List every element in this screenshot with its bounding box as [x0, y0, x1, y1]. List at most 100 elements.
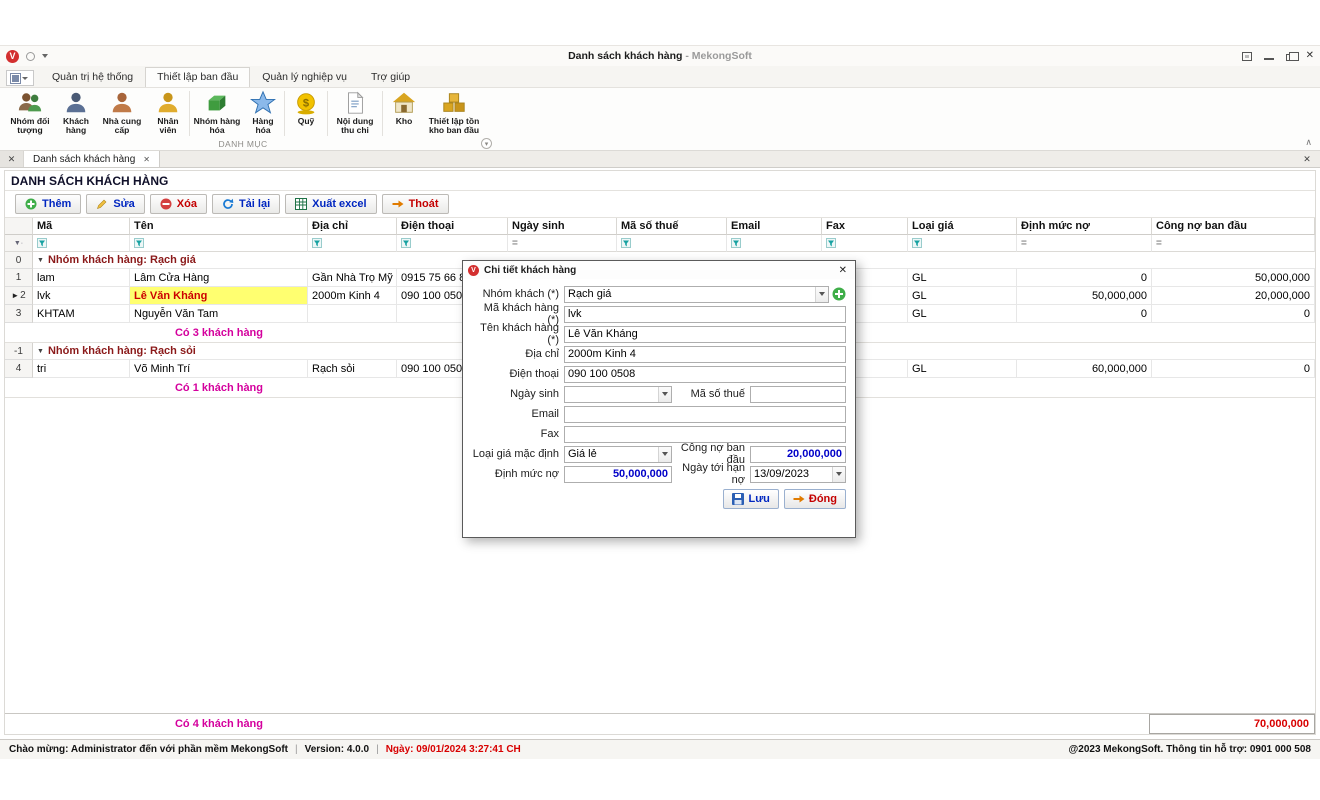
cell-ma[interactable]: lvk	[33, 287, 130, 305]
ribbon-item-nhom-hang-hoa[interactable]: Nhóm hàng hóa	[191, 89, 243, 137]
cell-ma[interactable]: KHTAM	[33, 305, 130, 323]
ribbon-item-nhan-vien[interactable]: Nhân viên	[148, 89, 188, 137]
minimize-icon[interactable]	[1264, 52, 1274, 60]
close-tab-icon[interactable]: ✕	[143, 155, 150, 164]
cell-ten-focused[interactable]: Lê Văn Kháng	[130, 287, 308, 305]
doc-tab-danh-sach-khach-hang[interactable]: Danh sách khách hàng ✕	[24, 151, 160, 167]
chevron-down-icon[interactable]	[658, 387, 671, 402]
grid-corner-cell[interactable]	[5, 218, 33, 235]
taxcode-input[interactable]	[750, 386, 846, 403]
edit-button[interactable]: Sửa	[86, 194, 144, 214]
ribbon-item-khach-hang[interactable]: Khách hàng	[56, 89, 96, 137]
add-group-button[interactable]	[832, 287, 846, 301]
filter-ma-so-thue[interactable]	[617, 235, 727, 252]
col-header-ma-so-thue[interactable]: Mã số thuế	[617, 218, 727, 235]
cell-ma[interactable]: lam	[33, 269, 130, 287]
col-header-ma[interactable]: Mã	[33, 218, 130, 235]
cell-cong-no[interactable]: 20,000,000	[1152, 287, 1315, 305]
quick-access-dropdown-icon[interactable]	[42, 54, 48, 58]
restore-icon[interactable]	[1286, 54, 1294, 61]
col-header-dia-chi[interactable]: Địa chỉ	[308, 218, 397, 235]
col-header-loai-gia[interactable]: Loại giá	[908, 218, 1017, 235]
filter-cong-no-ban-dau[interactable]: =	[1152, 235, 1315, 252]
col-header-dien-thoai[interactable]: Điện thoại	[397, 218, 508, 235]
cell-ten[interactable]: Nguyễn Văn Tam	[130, 305, 308, 323]
customer-group-combo[interactable]: Rạch giá	[564, 286, 829, 303]
cell-loai-gia[interactable]: GL	[908, 287, 1017, 305]
customer-name-input[interactable]: Lê Văn Kháng	[564, 326, 846, 343]
birthday-combo[interactable]	[564, 386, 672, 403]
ribbon-item-noi-dung-thu-chi[interactable]: Nội dung thu chi	[329, 89, 381, 137]
col-header-cong-no-ban-dau[interactable]: Công nợ ban đầu	[1152, 218, 1315, 235]
col-header-ten[interactable]: Tên	[130, 218, 308, 235]
price-type-combo[interactable]: Giá lẻ	[564, 446, 672, 463]
ribbon-item-nha-cung-cap[interactable]: Nhà cung cấp	[96, 89, 148, 137]
export-excel-button[interactable]: Xuất excel	[285, 194, 376, 214]
fax-input[interactable]	[564, 426, 846, 443]
due-date-combo[interactable]: 13/09/2023	[750, 466, 846, 483]
cell-dinh-muc-no[interactable]: 0	[1017, 305, 1152, 323]
filter-ten[interactable]	[130, 235, 308, 252]
address-input[interactable]: 2000m Kinh 4	[564, 346, 846, 363]
col-header-dinh-muc-no[interactable]: Định mức nợ	[1017, 218, 1152, 235]
filter-ngay-sinh[interactable]: =	[508, 235, 617, 252]
chevron-down-icon[interactable]	[832, 467, 845, 482]
close-all-tabs-button[interactable]: ✕	[0, 151, 24, 167]
cell-dia-chi[interactable]: Rạch sỏi	[308, 360, 397, 378]
ribbon-item-thiet-lap-ton-kho[interactable]: Thiết lập tồn kho ban đầu	[424, 89, 484, 137]
tab-thiet-lap-ban-dau[interactable]: Thiết lập ban đầu	[145, 67, 250, 87]
ribbon-apps-button[interactable]	[6, 70, 34, 86]
collapse-group-icon[interactable]: ▼	[37, 257, 44, 264]
filter-email[interactable]	[727, 235, 822, 252]
cell-dinh-muc-no[interactable]: 50,000,000	[1017, 287, 1152, 305]
filter-dia-chi[interactable]	[308, 235, 397, 252]
close-document-icon[interactable]: ✕	[1294, 151, 1320, 167]
phone-input[interactable]: 090 100 0508	[564, 366, 846, 383]
close-window-icon[interactable]: ✕	[1306, 51, 1314, 61]
ribbon-item-nhom-doi-tuong[interactable]: Nhóm đối tượng	[4, 89, 56, 137]
cell-dinh-muc-no[interactable]: 0	[1017, 269, 1152, 287]
tab-tro-giup[interactable]: Trợ giúp	[359, 67, 422, 87]
col-header-email[interactable]: Email	[727, 218, 822, 235]
app-logo-icon[interactable]: V	[6, 50, 19, 63]
cell-loai-gia[interactable]: GL	[908, 360, 1017, 378]
save-button[interactable]: Lưu	[723, 489, 778, 509]
cell-cong-no[interactable]: 0	[1152, 305, 1315, 323]
cell-loai-gia[interactable]: GL	[908, 305, 1017, 323]
close-dialog-button[interactable]: Đóng	[784, 489, 846, 509]
filter-loai-gia[interactable]	[908, 235, 1017, 252]
dialog-titlebar[interactable]: V Chi tiết khách hàng ✕	[463, 261, 855, 279]
chevron-down-icon[interactable]	[658, 447, 671, 462]
ribbon-item-hang-hoa[interactable]: Hàng hóa	[243, 89, 283, 137]
cell-dia-chi[interactable]: 2000m Kinh 4	[308, 287, 397, 305]
chevron-down-icon[interactable]	[815, 287, 828, 302]
cell-dia-chi[interactable]	[308, 305, 397, 323]
ribbon-collapse-icon[interactable]: ∧	[1305, 137, 1312, 148]
filter-dinh-muc-no[interactable]: =	[1017, 235, 1152, 252]
filter-dien-thoai[interactable]	[397, 235, 508, 252]
dialog-close-icon[interactable]: ✕	[836, 265, 850, 276]
cell-loai-gia[interactable]: GL	[908, 269, 1017, 287]
add-button[interactable]: Thêm	[15, 194, 81, 214]
exit-button[interactable]: Thoát	[382, 194, 449, 214]
cell-dia-chi[interactable]: Gần Nhà Trọ Mỹ X...	[308, 269, 397, 287]
tab-quan-tri-he-thong[interactable]: Quản trị hệ thống	[40, 67, 145, 87]
quick-access-circle-icon[interactable]	[26, 52, 35, 61]
customer-code-input[interactable]: lvk	[564, 306, 846, 323]
filter-ma[interactable]	[33, 235, 130, 252]
cell-ma[interactable]: tri	[33, 360, 130, 378]
ribbon-group-launcher-icon[interactable]: ▾	[481, 138, 492, 149]
cell-dinh-muc-no[interactable]: 60,000,000	[1017, 360, 1152, 378]
cell-ten[interactable]: Lâm Cửa Hàng	[130, 269, 308, 287]
opening-debt-input[interactable]: 20,000,000	[750, 446, 846, 463]
delete-button[interactable]: Xóa	[150, 194, 207, 214]
collapse-group-icon[interactable]: ▼	[37, 348, 44, 355]
cell-cong-no[interactable]: 0	[1152, 360, 1315, 378]
email-input[interactable]	[564, 406, 846, 423]
debt-limit-input[interactable]: 50,000,000	[564, 466, 672, 483]
ribbon-item-kho[interactable]: Kho	[384, 89, 424, 137]
col-header-fax[interactable]: Fax	[822, 218, 908, 235]
cell-cong-no[interactable]: 50,000,000	[1152, 269, 1315, 287]
reload-button[interactable]: Tải lại	[212, 194, 280, 214]
filter-fax[interactable]	[822, 235, 908, 252]
